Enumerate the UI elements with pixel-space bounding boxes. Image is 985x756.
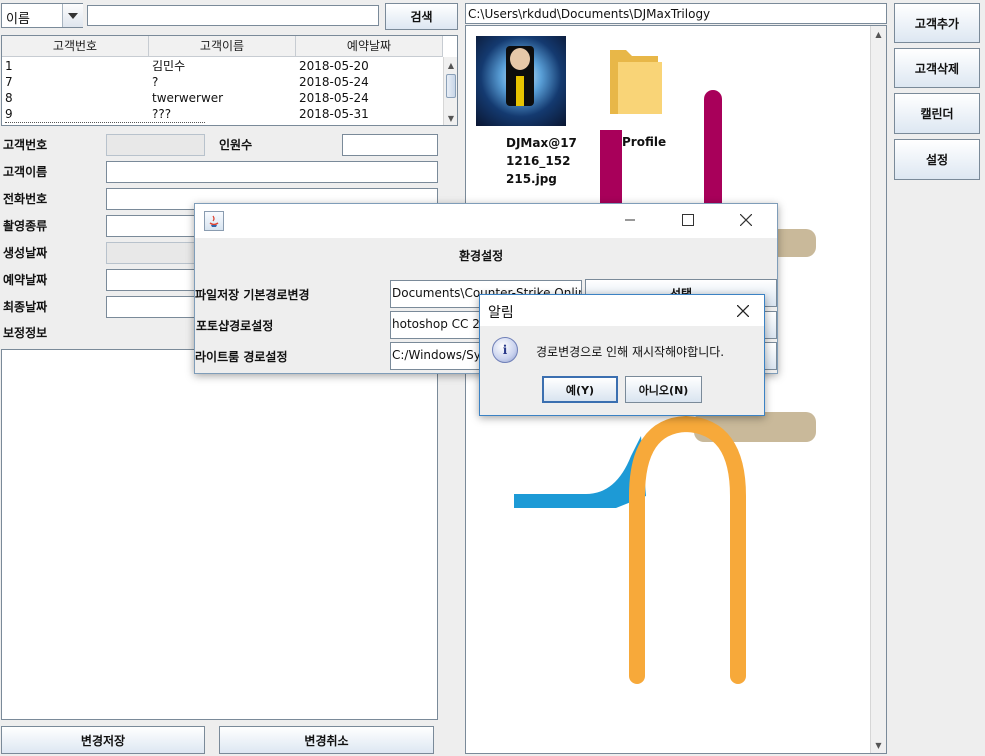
table-cell: twerwerwer — [152, 91, 224, 105]
delete-customer-button[interactable]: 고객삭제 — [894, 48, 980, 88]
save-changes-button[interactable]: 변경저장 — [1, 726, 205, 754]
customer-no-field — [106, 134, 205, 156]
reserve-date-field[interactable] — [106, 269, 201, 291]
java-icon — [204, 211, 224, 231]
lightroom-path-value: C:/Windows/Syst — [392, 348, 492, 362]
search-field-combo[interactable]: 이름 — [1, 3, 83, 28]
retouch-info-label: 보정정보 — [3, 326, 48, 340]
search-input[interactable] — [87, 5, 379, 26]
yes-button[interactable]: 예(Y) — [542, 376, 618, 403]
settings-titlebar — [195, 204, 777, 238]
table-scrollbar[interactable]: ▲ ▼ — [443, 57, 457, 125]
info-icon: i — [492, 337, 518, 363]
file-name-line1: DJMax@17 — [506, 136, 577, 150]
maximize-icon[interactable] — [665, 204, 711, 235]
customer-table: 고객번호 고객이름 예약날짜 1 김민수 2018-05-20 7 ? 2018… — [1, 35, 458, 126]
table-cell: ??? — [152, 107, 172, 121]
calendar-button[interactable]: 캘린더 — [894, 93, 980, 134]
scroll-thumb[interactable] — [446, 74, 456, 98]
settings-button[interactable]: 설정 — [894, 139, 980, 180]
table-cell: ? — [152, 75, 159, 89]
table-cell: 2018-05-24 — [299, 75, 369, 89]
final-date-label: 최종날짜 — [3, 300, 48, 314]
table-cell: 1 — [5, 59, 13, 73]
table-row[interactable]: 8 twerwerwer 2018-05-24 — [2, 90, 443, 106]
headcount-label: 인원수 — [219, 138, 253, 152]
folder-icon — [610, 50, 662, 114]
column-header[interactable]: 예약날짜 — [296, 36, 443, 56]
photoshop-path-value: hotoshop CC 20 — [392, 317, 488, 331]
path-text: C:\Users\rkdud\Documents\DJMaxTrilogy — [468, 7, 711, 21]
search-button[interactable]: 검색 — [385, 3, 458, 30]
alert-message: 경로변경으로 인해 재시작해야합니다. — [536, 345, 725, 359]
table-cell: 2018-05-31 — [299, 107, 369, 121]
settings-row-label: 파일저장 기본경로변경 — [195, 288, 310, 302]
file-name-line3: 215.jpg — [506, 172, 557, 186]
table-row[interactable]: 7 ? 2018-05-24 — [2, 74, 443, 90]
chevron-down-icon[interactable] — [62, 4, 83, 27]
cancel-changes-button[interactable]: 변경취소 — [219, 726, 434, 754]
column-header[interactable]: 고객번호 — [2, 36, 149, 56]
settings-heading: 환경설정 — [459, 249, 504, 263]
file-view-scrollbar[interactable]: ▲ ▼ — [870, 26, 886, 753]
table-row[interactable]: 1 김민수 2018-05-20 — [2, 58, 443, 74]
file-item-image[interactable]: DJMax@17 1216_152 215.jpg — [474, 36, 577, 186]
table-cell: 2018-05-24 — [299, 91, 369, 105]
search-field-value: 이름 — [6, 12, 30, 27]
customer-no-label: 고객번호 — [3, 138, 48, 152]
table-cell: 김민수 — [152, 59, 186, 73]
created-date-label: 생성날짜 — [3, 246, 48, 260]
path-field[interactable]: C:\Users\rkdud\Documents\DJMaxTrilogy — [465, 3, 887, 24]
final-date-field[interactable] — [106, 296, 201, 318]
scroll-down-icon[interactable]: ▼ — [444, 110, 457, 125]
column-header[interactable]: 고객이름 — [149, 36, 296, 56]
folder-item-profile[interactable]: Profile — [596, 40, 686, 152]
shoot-type-field[interactable] — [106, 215, 201, 237]
folder-name: Profile — [622, 135, 667, 149]
created-date-field — [106, 242, 201, 264]
alert-titlebar: 알림 — [480, 295, 764, 326]
settings-row-label: 라이트룸 경로설정 — [195, 350, 288, 364]
table-header: 고객번호 고객이름 예약날짜 — [2, 36, 443, 57]
no-button[interactable]: 아니오(N) — [625, 376, 702, 403]
minimize-icon[interactable] — [607, 204, 653, 235]
phone-label: 전화번호 — [3, 192, 48, 206]
reserve-date-label: 예약날짜 — [3, 273, 48, 287]
table-cell: 9 — [5, 107, 13, 121]
file-name-line2: 1216_152 — [506, 154, 571, 168]
customer-name-field[interactable] — [106, 161, 438, 183]
close-icon[interactable] — [720, 295, 766, 326]
table-cell: 2018-05-20 — [299, 59, 369, 73]
add-customer-button[interactable]: 고객추가 — [894, 3, 980, 43]
scroll-up-icon[interactable]: ▲ — [444, 57, 457, 73]
table-cell: 8 — [5, 91, 13, 105]
alert-title: 알림 — [488, 305, 514, 321]
shoot-type-label: 촬영종류 — [3, 219, 48, 233]
close-icon[interactable] — [723, 204, 769, 235]
retouch-info-textarea[interactable] — [1, 349, 438, 720]
thumbnail-stripe — [516, 76, 524, 106]
thumbnail-figure-face — [510, 48, 530, 70]
settings-row-label: 포토샵경로설정 — [196, 319, 274, 333]
table-row-partial — [5, 122, 205, 125]
headcount-field[interactable] — [342, 134, 438, 156]
scroll-up-icon[interactable]: ▲ — [871, 26, 886, 42]
image-thumbnail — [476, 36, 566, 126]
customer-name-label: 고객이름 — [3, 165, 48, 179]
alert-dialog: 알림 i 경로변경으로 인해 재시작해야합니다. 예(Y) 아니오(N) — [479, 294, 765, 416]
table-row[interactable]: 9 ??? 2018-05-31 — [2, 106, 443, 122]
scroll-down-icon[interactable]: ▼ — [871, 737, 886, 753]
table-cell: 7 — [5, 75, 13, 89]
